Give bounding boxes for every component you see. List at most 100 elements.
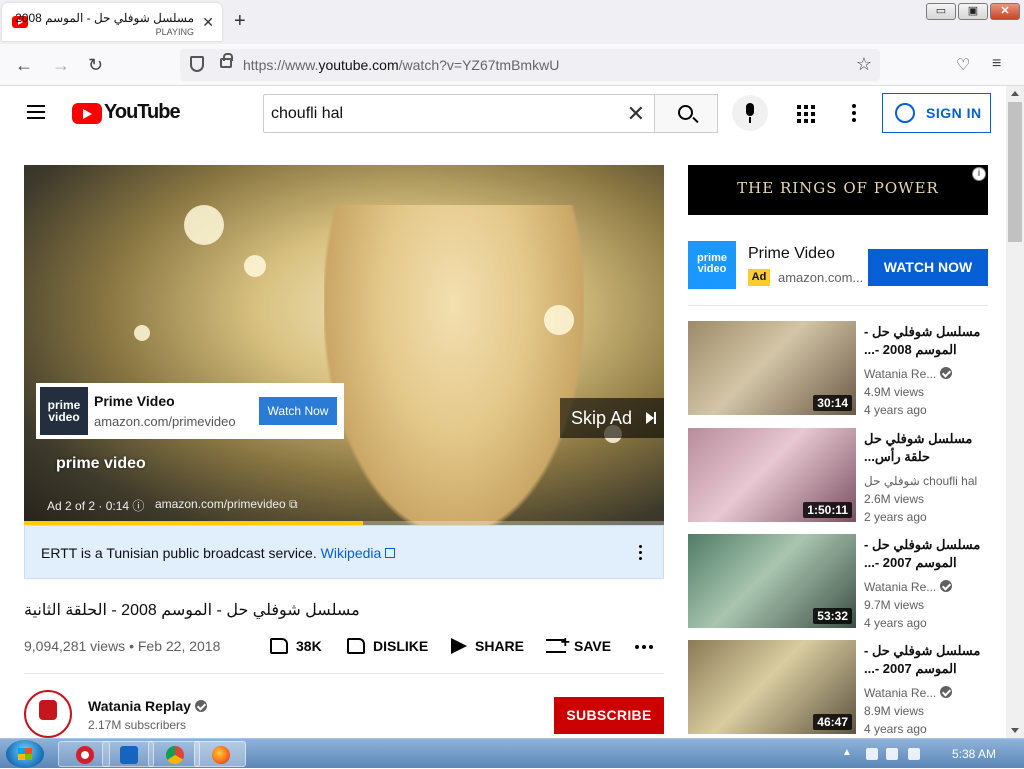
divider bbox=[24, 673, 664, 674]
list-item[interactable]: 46:47 مسلسل شوفلي حل - الموسم 2007 -... … bbox=[688, 640, 998, 736]
firefox-icon bbox=[212, 746, 230, 764]
list-item[interactable]: 30:14 مسلسل شوفلي حل - الموسم 2008 -... … bbox=[688, 321, 998, 417]
action-center-flag-icon[interactable] bbox=[866, 748, 878, 760]
browser-nav-bar: ← → ↻ https://www.youtube.com/watch?v=YZ… bbox=[0, 44, 1024, 86]
information-panel: ERTT is a Tunisian public broadcast serv… bbox=[24, 525, 664, 579]
scroll-up-icon[interactable] bbox=[1011, 91, 1019, 96]
video-stats: 9,094,281 views • Feb 22, 2018 bbox=[24, 638, 221, 654]
ad-domain-link[interactable]: amazon.com/primevideo ⧉ bbox=[155, 497, 298, 512]
system-clock[interactable]: 5:38 AM bbox=[952, 747, 996, 761]
bookmark-star-icon[interactable]: ☆ bbox=[856, 54, 872, 75]
ad-info-icon[interactable]: i bbox=[972, 167, 986, 181]
list-item[interactable]: 1:50:11 مسلسل شوفلي حل حلقة رأس... شوفلي… bbox=[688, 428, 998, 524]
rec-views: 8.9M views bbox=[864, 704, 925, 718]
search-icon bbox=[678, 105, 693, 120]
app-menu-icon[interactable]: ≡ bbox=[992, 55, 1001, 73]
page-scrollbar[interactable] bbox=[1006, 86, 1024, 738]
rec-views: 2.6M views bbox=[864, 492, 925, 506]
opera-icon bbox=[76, 746, 94, 764]
search-button[interactable] bbox=[654, 94, 718, 133]
skip-next-icon bbox=[646, 412, 656, 424]
dislike-button[interactable]: DISLIKE bbox=[347, 638, 428, 654]
share-icon bbox=[451, 638, 467, 654]
ad-watch-now-button[interactable]: Watch Now bbox=[259, 397, 337, 425]
scroll-down-icon[interactable] bbox=[1011, 728, 1019, 733]
account-icon bbox=[895, 103, 915, 123]
sidebar-ad-title: Prime Video bbox=[748, 245, 835, 262]
network-icon[interactable] bbox=[886, 748, 898, 760]
wikipedia-link[interactable]: Wikipedia bbox=[321, 545, 382, 561]
lock-icon[interactable] bbox=[220, 53, 233, 68]
duration-badge: 53:32 bbox=[813, 608, 852, 624]
list-item[interactable]: 53:32 مسلسل شوفلي حل - الموسم 2007 -... … bbox=[688, 534, 998, 630]
apps-grid-icon[interactable] bbox=[797, 105, 815, 123]
rec-age: 4 years ago bbox=[864, 616, 927, 630]
sparkle bbox=[244, 255, 266, 277]
volume-icon[interactable] bbox=[908, 748, 920, 760]
back-arrow-icon[interactable]: ← bbox=[15, 55, 33, 76]
duration-badge: 1:50:11 bbox=[803, 502, 852, 518]
more-actions-icon[interactable] bbox=[635, 645, 653, 649]
share-button[interactable]: SHARE bbox=[451, 638, 524, 654]
browser-tab-bar: مسلسل شوفلي حل - الموسم 2008 PLAYING ✕ +… bbox=[0, 0, 1024, 44]
video-thumbnail[interactable]: 1:50:11 bbox=[688, 428, 856, 522]
search-input[interactable]: choufli hal ✕ bbox=[263, 94, 655, 133]
window-close-button[interactable]: ✕ bbox=[990, 3, 1020, 20]
window-controls: ▭ ▣ ✕ bbox=[926, 3, 1020, 20]
save-button[interactable]: SAVE bbox=[546, 634, 611, 654]
clear-search-icon[interactable]: ✕ bbox=[627, 101, 645, 127]
video-title: مسلسل شوفلي حل - الموسم 2008 - الحلقة ال… bbox=[24, 602, 360, 619]
window-maximize-button[interactable]: ▣ bbox=[958, 3, 988, 20]
window-minimize-button[interactable]: ▭ bbox=[926, 3, 956, 20]
channel-name[interactable]: Watania Replay bbox=[88, 698, 207, 714]
pocket-icon[interactable]: ♡ bbox=[956, 55, 970, 75]
youtube-logo-icon[interactable] bbox=[72, 103, 102, 124]
rec-title[interactable]: مسلسل شوفلي حل - الموسم 2008 -... bbox=[864, 323, 984, 361]
skip-ad-button[interactable]: Skip Ad bbox=[560, 398, 664, 438]
address-bar[interactable]: https://www.youtube.com/watch?v=YZ67tmBm… bbox=[180, 49, 880, 81]
video-player[interactable]: prime video Prime Video amazon.com/prime… bbox=[24, 165, 664, 525]
scrollbar-thumb[interactable] bbox=[1008, 102, 1022, 242]
info-panel-text: ERTT is a Tunisian public broadcast serv… bbox=[41, 545, 321, 561]
external-link-icon bbox=[385, 548, 396, 558]
video-thumbnail[interactable]: 46:47 bbox=[688, 640, 856, 734]
watch-now-button[interactable]: WATCH NOW bbox=[868, 249, 988, 286]
search-query[interactable]: choufli hal bbox=[271, 105, 343, 123]
tab-close-icon[interactable]: ✕ bbox=[202, 14, 214, 31]
duration-badge: 46:47 bbox=[813, 714, 852, 730]
sparkle bbox=[134, 325, 150, 341]
taskbar-malwarebytes[interactable] bbox=[102, 741, 154, 767]
forward-arrow-icon[interactable]: → bbox=[52, 55, 70, 76]
rec-channel: شوفلي حل choufli hal bbox=[864, 474, 978, 488]
start-button[interactable] bbox=[6, 740, 44, 768]
rec-title[interactable]: مسلسل شوفلي حل - الموسم 2007 -... bbox=[864, 536, 984, 574]
video-thumbnail[interactable]: 30:14 bbox=[688, 321, 856, 415]
taskbar-chrome[interactable] bbox=[148, 741, 200, 767]
youtube-wordmark[interactable]: YouTube bbox=[104, 101, 181, 124]
video-thumbnail[interactable]: 53:32 bbox=[688, 534, 856, 628]
verified-badge-icon bbox=[940, 686, 953, 698]
new-tab-icon[interactable]: + bbox=[234, 10, 246, 33]
info-panel-more-icon[interactable] bbox=[639, 545, 643, 563]
sign-in-button[interactable]: SIGN IN bbox=[882, 93, 991, 133]
browser-tab-active[interactable]: مسلسل شوفلي حل - الموسم 2008 PLAYING ✕ bbox=[2, 3, 222, 41]
tab-playing-label: PLAYING bbox=[155, 27, 194, 37]
tracking-shield-icon[interactable] bbox=[190, 56, 204, 72]
voice-search-icon[interactable] bbox=[732, 95, 768, 131]
tray-expand-icon[interactable]: ▲ bbox=[842, 747, 854, 759]
ad-progress-text[interactable]: Ad 2 of 2 · 0:14 ⓘ bbox=[47, 497, 144, 514]
rings-of-power-banner-ad[interactable]: THE RINGS OF POWER i bbox=[688, 165, 988, 215]
guide-menu-icon[interactable] bbox=[27, 105, 45, 119]
url-text[interactable]: https://www.youtube.com/watch?v=YZ67tmBm… bbox=[243, 57, 559, 73]
youtube-masthead: YouTube choufli hal ✕ SIGN IN bbox=[0, 86, 1006, 142]
rec-title[interactable]: مسلسل شوفلي حل - الموسم 2007 -... bbox=[864, 642, 984, 680]
reload-icon[interactable]: ↻ bbox=[88, 55, 103, 76]
subscribe-button[interactable]: SUBSCRIBE bbox=[554, 697, 664, 734]
rec-title[interactable]: مسلسل شوفلي حل حلقة رأس... bbox=[864, 430, 984, 468]
settings-more-icon[interactable] bbox=[852, 104, 856, 122]
like-button[interactable]: 38K bbox=[270, 638, 322, 654]
channel-avatar[interactable] bbox=[24, 690, 72, 738]
windows-taskbar: ▲ 5:38 AM bbox=[0, 738, 1024, 768]
player-ad-card[interactable]: prime video Prime Video amazon.com/prime… bbox=[36, 383, 344, 439]
taskbar-firefox[interactable] bbox=[194, 741, 246, 767]
